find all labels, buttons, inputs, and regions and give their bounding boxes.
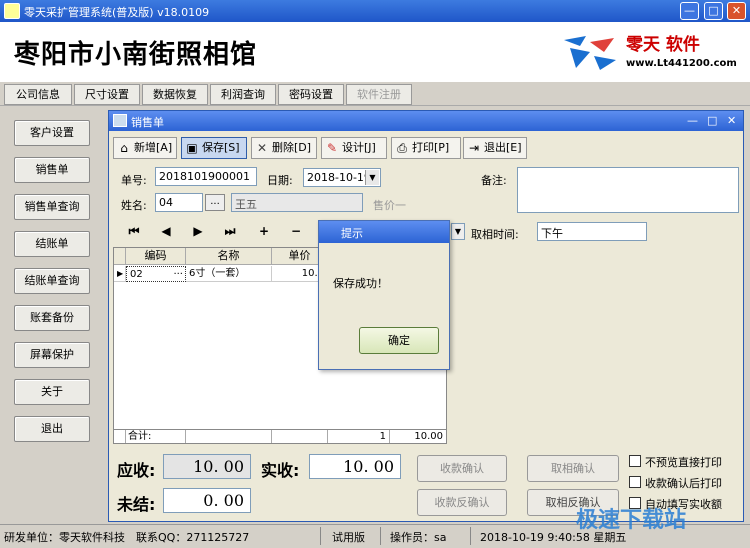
customer-code-field[interactable]: 04 (155, 193, 203, 212)
total-label: 合计: (126, 430, 186, 443)
sidebar-exit[interactable]: 退出 (14, 416, 90, 442)
sidebar-sales-order[interactable]: 销售单 (14, 157, 90, 183)
pickup-time-field[interactable]: 下午 (537, 222, 647, 241)
prev-record-icon[interactable]: ◀ (151, 221, 181, 241)
sidebar-sales-query[interactable]: 销售单查询 (14, 194, 90, 220)
cell-name[interactable]: 6寸（一套） (186, 266, 272, 282)
next-record-icon[interactable]: ▶ (183, 221, 213, 241)
total-qty: 1 (328, 430, 390, 443)
date-picker[interactable]: 2018-10-19 ▼ (303, 168, 381, 187)
order-no-label: 单号: (121, 174, 147, 187)
received-field[interactable]: 10. 00 (309, 454, 401, 479)
customer-name-field: 王五 (231, 193, 363, 212)
menu-data-restore[interactable]: 数据恢复 (142, 84, 208, 105)
status-qq: 联系QQ：271125727 (136, 531, 250, 544)
design-icon: ✎ (326, 141, 338, 155)
pickup-time-label: 取相时间: (471, 228, 519, 241)
received-label: 实收: (261, 461, 300, 480)
sidebar-account-backup[interactable]: 账套备份 (14, 305, 90, 331)
close-button[interactable]: ✕ (727, 2, 746, 20)
price-tier-label: 售价一 (373, 199, 406, 212)
row-pointer-icon: ▶ (114, 266, 126, 282)
dropdown-arrow-icon[interactable]: ▼ (451, 223, 465, 240)
checkbox-print-no-preview[interactable]: 不预览直接打印 (629, 454, 722, 470)
menu-software-register[interactable]: 软件注册 (346, 84, 412, 105)
dropdown-arrow-icon[interactable]: ▼ (365, 170, 379, 185)
dialog-ok-button[interactable]: 确定 (359, 327, 439, 354)
confirm-payment-button[interactable]: 收款确认 (417, 455, 507, 482)
menu-company-info[interactable]: 公司信息 (4, 84, 72, 105)
menu-size-settings[interactable]: 尺寸设置 (74, 84, 140, 105)
exit-icon: ⇥ (468, 141, 480, 155)
total-amount: 10.00 (414, 431, 443, 442)
sales-toolbar: ⌂ 新增[A] ▣ 保存[S] ✕ 删除[D] ✎ 设计[J] ⎙ 打印[P] ⇥ 退出[E… (113, 137, 739, 161)
last-record-icon[interactable]: ⏭ (215, 221, 245, 241)
top-menu: 公司信息 尺寸设置 数据恢复 利润查询 密码设置 软件注册 (0, 82, 750, 106)
unsettled-field: 0. 00 (163, 488, 251, 513)
brand-logo: 零天 软件 www.Lt441200.com (560, 28, 740, 76)
col-header-code: 编码 (126, 248, 186, 265)
sidebar-settlement[interactable]: 结账单 (14, 231, 90, 257)
add-button[interactable]: ⌂ 新增[A] (113, 137, 177, 159)
message-dialog: 提示 保存成功！ 确定 (318, 220, 450, 370)
child-maximize-button[interactable]: □ (707, 114, 717, 127)
design-button[interactable]: ✎ 设计[J] (321, 137, 387, 159)
title-bar: 零天采扩管理系统(普及版) v18.0109 — □ ✕ (0, 0, 750, 22)
sales-order-titlebar: 销售单 — □ ✕ (109, 111, 743, 131)
confirm-pickup-button[interactable]: 取相确认 (527, 455, 619, 482)
sidebar-customer-settings[interactable]: 客户设置 (14, 120, 90, 146)
add-record-icon[interactable]: + (249, 221, 279, 241)
delete-record-icon[interactable]: − (281, 221, 311, 241)
printer-icon: ⎙ (397, 141, 407, 155)
first-record-icon[interactable]: ⏮ (119, 221, 149, 241)
dialog-message: 保存成功！ (333, 277, 388, 290)
logo-mark-icon (564, 36, 616, 70)
sidebar: 客户设置 销售单 销售单查询 结账单 结账单查询 账套备份 屏幕保护 关于 退出 (6, 112, 102, 522)
minimize-button[interactable]: — (680, 2, 699, 20)
window-title: 零天采扩管理系统(普及版) v18.0109 (24, 6, 210, 19)
record-navigator: ⏮ ◀ ▶ ⏭ + − (113, 221, 323, 243)
logo-brand-text: 零天 软件 (626, 35, 700, 55)
checkbox-print-after-payment[interactable]: 收款确认后打印 (629, 475, 722, 491)
logo-url: www.Lt441200.com (626, 58, 737, 69)
maximize-button[interactable]: □ (704, 2, 723, 20)
watermark: 极速下载站 (576, 508, 687, 533)
date-label: 日期: (267, 174, 293, 187)
app-icon (4, 3, 20, 19)
child-close-button[interactable]: ✕ (727, 114, 736, 127)
floppy-icon: ▣ (186, 141, 198, 155)
save-button[interactable]: ▣ 保存[S] (181, 137, 247, 159)
studio-name: 枣阳市小南街照相馆 (14, 40, 258, 70)
menu-profit-query[interactable]: 利润查询 (210, 84, 276, 105)
delete-button[interactable]: ✕ 删除[D] (251, 137, 317, 159)
sidebar-screen-saver[interactable]: 屏幕保护 (14, 342, 90, 368)
browse-customer-button[interactable]: ... (205, 194, 225, 211)
status-developer: 研发单位：零天软件科技 (4, 531, 125, 544)
unsettled-label: 未结: (117, 495, 156, 514)
dialog-title: 提示 (319, 221, 449, 243)
sidebar-settlement-query[interactable]: 结账单查询 (14, 268, 90, 294)
receivable-field: 10. 00 (163, 454, 251, 479)
name-label: 姓名: (121, 199, 147, 212)
status-operator: 操作员：sa (390, 531, 447, 544)
total-row: 合计: 1 10.00 (113, 429, 447, 444)
remark-label: 备注: (481, 174, 507, 187)
cell-code[interactable]: 02 ··· (126, 266, 186, 282)
app-header: 枣阳市小南街照相馆 零天 软件 www.Lt441200.com (0, 22, 750, 82)
window-icon (113, 114, 127, 127)
sidebar-about[interactable]: 关于 (14, 379, 90, 405)
remark-field[interactable] (517, 167, 739, 213)
sales-order-title: 销售单 (131, 116, 164, 129)
exit-button[interactable]: ⇥ 退出[E] (463, 137, 527, 159)
child-minimize-button[interactable]: — (687, 114, 698, 127)
order-no-field[interactable]: 2018101900001 (155, 167, 257, 186)
print-button[interactable]: ⎙ 打印[P] (391, 137, 461, 159)
x-icon: ✕ (256, 141, 268, 155)
status-edition: 试用版 (332, 531, 365, 544)
house-icon: ⌂ (120, 141, 128, 155)
receivable-label: 应收: (117, 461, 156, 480)
menu-password-settings[interactable]: 密码设置 (278, 84, 344, 105)
col-header-name: 名称 (186, 248, 272, 265)
undo-payment-button[interactable]: 收款反确认 (417, 489, 507, 516)
